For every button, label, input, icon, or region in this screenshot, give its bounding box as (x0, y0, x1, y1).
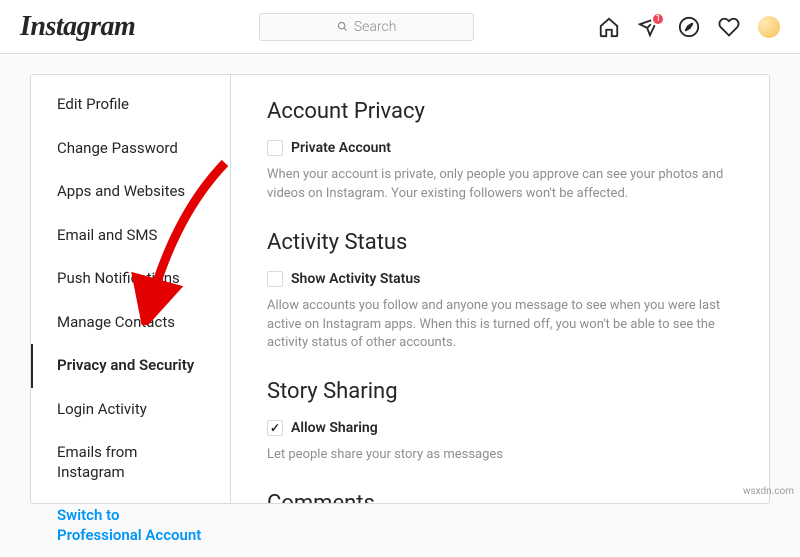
avatar (758, 16, 780, 38)
instagram-logo[interactable]: Instagram (20, 11, 135, 43)
profile-avatar[interactable] (758, 16, 780, 38)
sidebar-item-manage-contacts[interactable]: Manage Contacts (31, 301, 230, 345)
settings-sidebar: Edit Profile Change Password Apps and We… (31, 75, 231, 503)
activity-status-heading: Activity Status (267, 230, 733, 255)
sidebar-item-email-sms[interactable]: Email and SMS (31, 214, 230, 258)
account-privacy-heading: Account Privacy (267, 99, 733, 124)
comments-heading: Comments (267, 491, 733, 503)
allow-sharing-row: Allow Sharing (267, 420, 733, 436)
private-account-row: Private Account (267, 140, 733, 156)
sidebar-item-edit-profile[interactable]: Edit Profile (31, 83, 230, 127)
activity-status-label: Show Activity Status (291, 271, 420, 287)
sidebar-item-privacy-security[interactable]: Privacy and Security (31, 344, 230, 388)
activity-icon[interactable] (718, 16, 740, 38)
activity-status-checkbox[interactable] (267, 271, 283, 287)
search-input[interactable]: Search (259, 13, 474, 41)
nav-icons: 1 (598, 16, 780, 38)
notification-badge: 1 (651, 12, 665, 26)
settings-content: Account Privacy Private Account When you… (231, 75, 769, 503)
sidebar-item-login-activity[interactable]: Login Activity (31, 388, 230, 432)
sidebar-item-push-notifications[interactable]: Push Notifications (31, 257, 230, 301)
settings-container: Edit Profile Change Password Apps and We… (30, 74, 770, 504)
private-account-label: Private Account (291, 140, 391, 156)
sidebar-item-emails-instagram[interactable]: Emails from Instagram (31, 431, 230, 494)
allow-sharing-checkbox[interactable] (267, 420, 283, 436)
messages-icon[interactable]: 1 (638, 16, 660, 38)
private-account-help: When your account is private, only peopl… (267, 166, 733, 204)
explore-icon[interactable] (678, 16, 700, 38)
story-sharing-heading: Story Sharing (267, 379, 733, 404)
sidebar-item-apps-websites[interactable]: Apps and Websites (31, 170, 230, 214)
sidebar-switch-professional[interactable]: Switch to Professional Account (31, 494, 230, 557)
activity-status-help: Allow accounts you follow and anyone you… (267, 297, 733, 354)
private-account-checkbox[interactable] (267, 140, 283, 156)
activity-status-row: Show Activity Status (267, 271, 733, 287)
sidebar-item-change-password[interactable]: Change Password (31, 127, 230, 171)
watermark: wsxdn.com (743, 486, 794, 497)
home-icon[interactable] (598, 16, 620, 38)
top-bar: Instagram Search 1 (0, 0, 800, 54)
search-placeholder: Search (354, 19, 397, 35)
allow-sharing-help: Let people share your story as messages (267, 446, 733, 465)
search-icon (337, 21, 348, 32)
allow-sharing-label: Allow Sharing (291, 420, 378, 436)
